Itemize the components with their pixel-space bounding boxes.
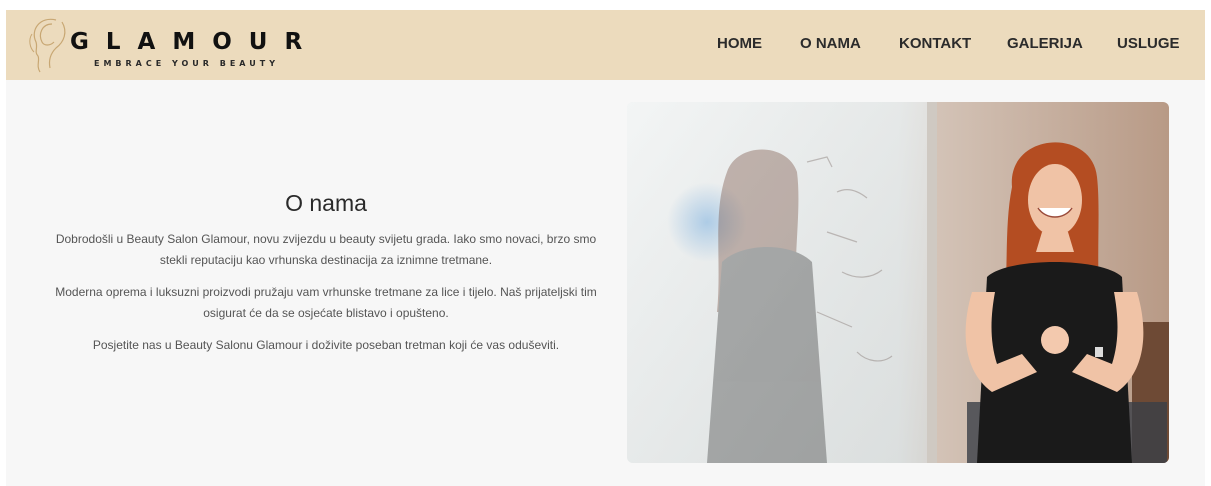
- about-paragraph-2: Moderna oprema i luksuzni proizvodi pruž…: [55, 285, 597, 320]
- nav-home[interactable]: HOME: [717, 35, 762, 52]
- about-title: O nama: [285, 190, 367, 216]
- brand-tagline: EMBRACE YOUR BEAUTY: [94, 59, 279, 68]
- about-photo: [627, 102, 1169, 463]
- about-section: O nama Dobrodošli u Beauty Salon Glamour…: [6, 80, 1205, 486]
- brand-logo[interactable]: GLAMOUR EMBRACE YOUR BEAUTY: [26, 12, 326, 78]
- nav-galerija[interactable]: GALERIJA: [1007, 35, 1083, 52]
- brand-name: GLAMOUR: [70, 29, 320, 55]
- about-text-block: O nama Dobrodošli u Beauty Salon Glamour…: [46, 190, 606, 367]
- woman-whiteboard-image: [627, 102, 1169, 463]
- about-paragraph-1: Dobrodošli u Beauty Salon Glamour, novu …: [55, 232, 597, 267]
- nav-usluge[interactable]: USLUGE: [1117, 35, 1180, 52]
- site-header: GLAMOUR EMBRACE YOUR BEAUTY HOME O NAMA …: [6, 10, 1205, 80]
- about-paragraph-3: Posjetite nas u Beauty Salonu Glamour i …: [92, 338, 560, 352]
- nav-o-nama[interactable]: O NAMA: [800, 35, 861, 52]
- nav-kontakt[interactable]: KONTAKT: [899, 35, 971, 52]
- woman-face-line-icon: [29, 18, 66, 73]
